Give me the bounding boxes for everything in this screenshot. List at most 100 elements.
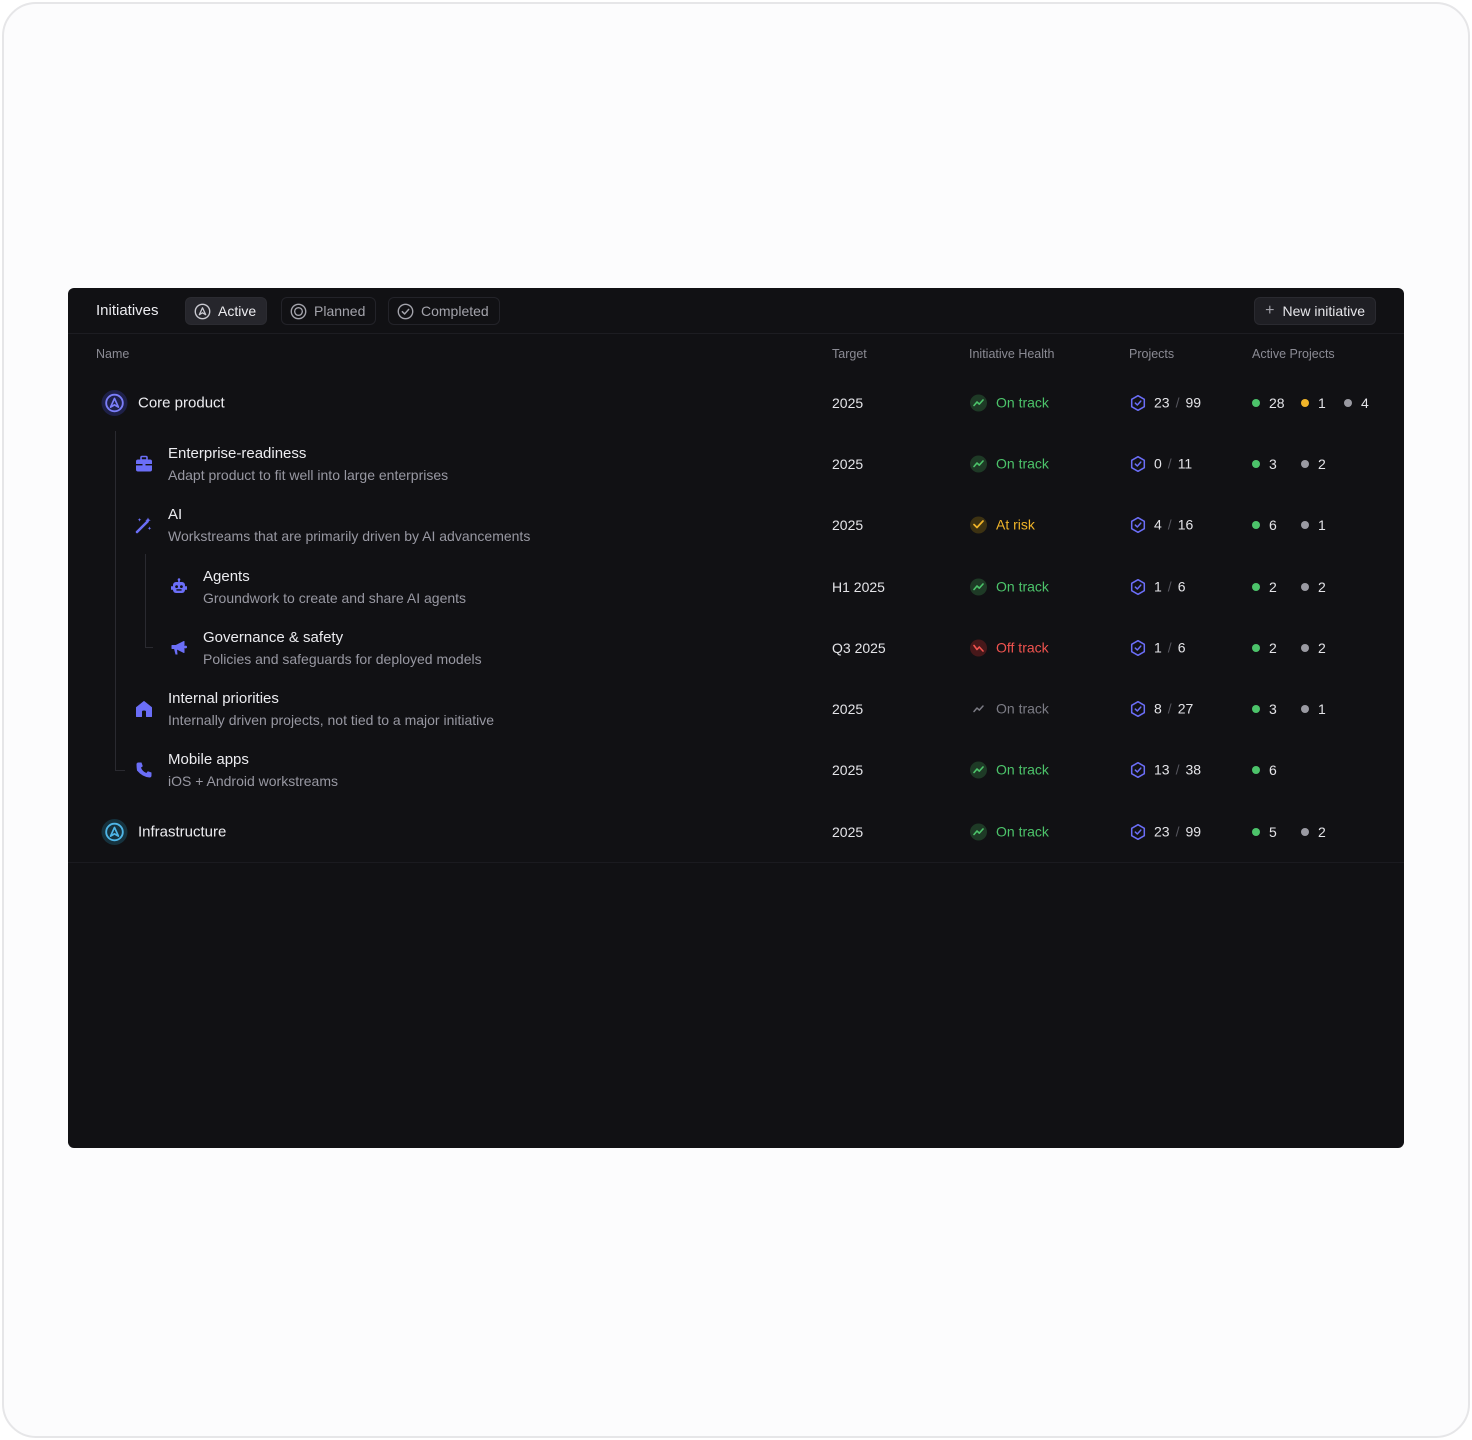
projects-count: 0/11 <box>1130 455 1192 472</box>
table-bottom-divider <box>68 862 1404 863</box>
tab-label: Active <box>218 303 257 319</box>
table-row[interactable]: Mobile apps iOS + Android workstreams 20… <box>68 739 1404 800</box>
target-value: Q3 2025 <box>832 639 886 656</box>
initiative-description: Groundwork to create and share AI agents <box>203 589 467 606</box>
active-projects: 3 2 <box>1252 456 1326 472</box>
project-hexagon-icon <box>1130 578 1146 595</box>
projects-count: 13/38 <box>1130 761 1201 778</box>
column-header-projects[interactable]: Projects <box>1129 347 1174 361</box>
warning-trend-icon <box>970 516 987 533</box>
active-projects: 28 1 4 <box>1252 395 1369 411</box>
status-dot-green <box>1252 520 1260 529</box>
status-dot-green <box>1252 643 1260 652</box>
megaphone-icon <box>171 640 187 654</box>
active-projects: 5 2 <box>1252 824 1326 840</box>
projects-count: 1/6 <box>1130 578 1185 595</box>
initiative-icon <box>101 818 128 845</box>
health-status[interactable]: Off track <box>970 639 1049 656</box>
status-dot-green <box>1252 704 1260 713</box>
status-dot-green <box>1252 459 1260 468</box>
trend-up-icon <box>970 823 987 840</box>
phone-icon <box>136 762 152 777</box>
tab-planned[interactable]: Planned <box>281 297 377 325</box>
status-dot-gray <box>1301 827 1309 836</box>
trend-up-icon <box>970 700 987 717</box>
status-dot-gray <box>1301 582 1309 591</box>
status-dot-green <box>1252 765 1260 774</box>
project-hexagon-icon <box>1130 700 1146 717</box>
page-title: Initiatives <box>96 302 159 319</box>
active-projects: 6 1 <box>1252 517 1326 533</box>
status-dot-yellow <box>1301 398 1309 407</box>
initiative-name: AI <box>168 505 183 523</box>
health-status[interactable]: On track <box>970 394 1049 411</box>
magic-wand-icon <box>135 517 152 533</box>
initiative-description: iOS + Android workstreams <box>168 772 339 789</box>
health-status[interactable]: On track <box>970 455 1049 472</box>
house-icon <box>136 700 152 717</box>
column-header-name[interactable]: Name <box>96 347 129 361</box>
projects-count: 23/99 <box>1130 394 1201 411</box>
projects-count: 4/16 <box>1130 516 1193 533</box>
trend-up-icon <box>970 578 987 595</box>
status-dot-gray <box>1344 398 1352 407</box>
column-header-active-projects[interactable]: Active Projects <box>1252 347 1335 361</box>
table-row[interactable]: Infrastructure 2025 On track 23/99 5 2 <box>68 801 1404 862</box>
health-status[interactable]: On track <box>970 700 1049 717</box>
health-status[interactable]: On track <box>970 578 1049 595</box>
initiative-name: Internal priorities <box>168 689 279 707</box>
target-value: 2025 <box>832 516 864 533</box>
status-dot-gray <box>1301 459 1309 468</box>
status-dot-gray <box>1301 643 1309 652</box>
initiative-name: Governance & safety <box>203 628 344 646</box>
initiative-name: Enterprise-readiness <box>168 444 307 462</box>
active-projects: 2 2 <box>1252 579 1326 595</box>
toolbar: Initiatives Active Planned Completed + N… <box>68 288 1404 334</box>
target-value: H1 2025 <box>832 578 885 595</box>
initiative-name: Core product <box>138 394 225 411</box>
active-icon <box>194 303 211 319</box>
target-value: 2025 <box>832 823 864 840</box>
trend-down-icon <box>970 639 987 656</box>
status-dot-gray <box>1301 704 1309 713</box>
initiatives-app: Initiatives Active Planned Completed + N… <box>68 288 1404 1148</box>
target-value: 2025 <box>832 761 864 778</box>
projects-count: 8/27 <box>1130 700 1193 717</box>
initiative-description: Internally driven projects, not tied to … <box>168 711 495 728</box>
tab-active[interactable]: Active <box>185 297 268 325</box>
plus-icon: + <box>1265 302 1275 319</box>
planned-icon <box>290 303 307 319</box>
column-header-target[interactable]: Target <box>832 347 867 361</box>
table-row[interactable]: Enterprise-readiness Adapt product to fi… <box>68 433 1404 494</box>
project-hexagon-icon <box>1130 516 1146 533</box>
table-row[interactable]: AI Workstreams that are primarily driven… <box>68 494 1404 555</box>
trend-up-icon <box>970 761 987 778</box>
project-hexagon-icon <box>1130 823 1146 840</box>
target-value: 2025 <box>832 394 864 411</box>
briefcase-icon <box>136 455 152 471</box>
project-hexagon-icon <box>1130 455 1146 472</box>
tab-label: Completed <box>421 303 489 319</box>
health-status[interactable]: On track <box>970 823 1049 840</box>
tab-label: Planned <box>314 303 366 319</box>
table-row[interactable]: Governance & safety Policies and safegua… <box>68 617 1404 678</box>
initiative-icon <box>101 389 128 416</box>
initiative-name: Mobile apps <box>168 750 249 768</box>
health-status[interactable]: On track <box>970 761 1049 778</box>
initiative-description: Policies and safeguards for deployed mod… <box>203 650 482 667</box>
active-projects: 2 2 <box>1252 640 1326 656</box>
target-value: 2025 <box>832 455 864 472</box>
initiative-name: Infrastructure <box>138 823 227 840</box>
table-row[interactable]: Agents Groundwork to create and share AI… <box>68 556 1404 617</box>
active-projects: 3 1 <box>1252 701 1326 717</box>
project-hexagon-icon <box>1130 639 1146 656</box>
status-dot-green <box>1252 398 1260 407</box>
status-dot-gray <box>1301 520 1309 529</box>
table-row[interactable]: Core product 2025 On track 23/99 28 1 4 <box>68 372 1404 433</box>
tab-completed[interactable]: Completed <box>388 297 500 325</box>
column-header-health[interactable]: Initiative Health <box>969 347 1054 361</box>
status-dot-green <box>1252 827 1260 836</box>
table-row[interactable]: Internal priorities Internally driven pr… <box>68 678 1404 739</box>
new-initiative-button[interactable]: + New initiative <box>1254 297 1376 325</box>
health-status[interactable]: At risk <box>970 516 1035 533</box>
